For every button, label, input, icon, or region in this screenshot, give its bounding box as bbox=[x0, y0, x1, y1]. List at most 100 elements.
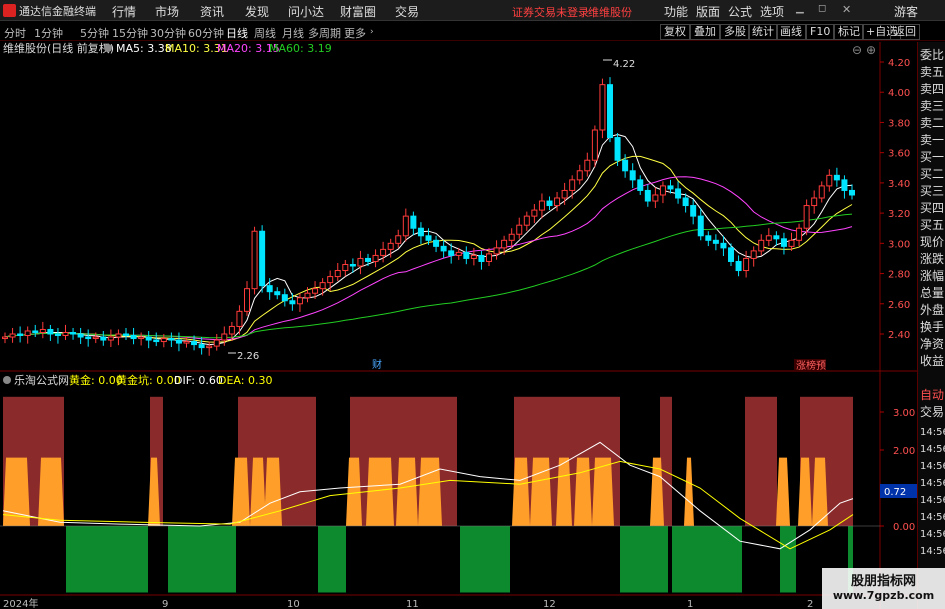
period-tab-active[interactable]: 日线 bbox=[226, 25, 248, 41]
period-more[interactable]: 更多 bbox=[344, 25, 366, 41]
period-tab[interactable]: 60分钟 bbox=[188, 25, 224, 41]
quote-field-label: 净资 bbox=[920, 337, 945, 351]
candle-body bbox=[206, 345, 213, 349]
indicator-green-block bbox=[780, 526, 796, 593]
menu-xuanxiang[interactable]: 选项 bbox=[760, 3, 784, 20]
menu-gongneng[interactable]: 功能 bbox=[664, 3, 688, 20]
candle-body bbox=[584, 159, 591, 172]
candle-body bbox=[92, 336, 99, 340]
candle-body bbox=[107, 336, 114, 341]
menu-jiaoyi[interactable]: 交易 bbox=[395, 3, 419, 20]
candle-body bbox=[508, 233, 515, 241]
candle-body bbox=[478, 254, 485, 262]
candle-body bbox=[274, 291, 281, 296]
quote-field-label: 买三 bbox=[920, 184, 945, 198]
quote-field-label: 自动 bbox=[920, 388, 945, 402]
quote-field-label: 14:56 bbox=[920, 478, 945, 489]
quote-field-label: 买四 bbox=[920, 201, 945, 215]
menu-wenxiaoda[interactable]: 问小达 bbox=[288, 3, 324, 20]
candle-body bbox=[410, 215, 417, 229]
quote-field-label: 14:56 bbox=[920, 546, 945, 557]
ma20-line bbox=[4, 176, 853, 341]
candle-body bbox=[569, 179, 576, 191]
indicator-orange-peak bbox=[232, 457, 250, 526]
period-tab[interactable]: 15分钟 bbox=[112, 25, 148, 41]
diejia-button[interactable]: 叠加 bbox=[690, 24, 720, 40]
candle-body bbox=[296, 297, 303, 305]
indicator-huangjinkeng: 黄金坑: 0.00 bbox=[116, 373, 181, 387]
indicator-title: 乐淘公式网 bbox=[14, 374, 69, 387]
price-label: 4.20 bbox=[888, 58, 910, 69]
duogu-button[interactable]: 多股 bbox=[720, 24, 750, 40]
date-label: 12 bbox=[543, 599, 556, 609]
menu-zixun[interactable]: 资讯 bbox=[200, 3, 224, 20]
indicator-green-block bbox=[672, 526, 742, 593]
login-status[interactable]: 证券交易未登录 bbox=[512, 4, 589, 20]
period-tab[interactable]: 多周期 bbox=[308, 25, 341, 41]
candle-body bbox=[538, 200, 545, 211]
candle-body bbox=[213, 339, 220, 347]
date-label: 2024年 bbox=[3, 597, 38, 609]
period-tab[interactable]: 5分钟 bbox=[80, 25, 109, 41]
menu-gongshi[interactable]: 公式 bbox=[728, 3, 752, 20]
maximize-icon[interactable]: ◻ bbox=[818, 3, 826, 14]
stock-tab[interactable]: 维维股份 bbox=[588, 4, 632, 20]
indicator-gear-icon[interactable] bbox=[3, 376, 11, 384]
period-tab[interactable]: 分时 bbox=[4, 25, 26, 41]
candle-body bbox=[77, 333, 84, 338]
candle-body bbox=[546, 200, 553, 207]
candle-body bbox=[281, 294, 288, 302]
menu-faxian[interactable]: 发现 bbox=[245, 3, 269, 20]
settings-gear-icon[interactable] bbox=[104, 44, 112, 52]
date-axis: 2024年 9 10 11 12 1 2 bbox=[3, 597, 813, 609]
candle-body bbox=[259, 230, 266, 287]
zoom-out-icon[interactable]: ⊖ bbox=[852, 43, 862, 57]
guest-label[interactable]: 游客 bbox=[894, 3, 918, 20]
tongji-button[interactable]: 统计 bbox=[748, 24, 778, 40]
indicator-orange-peak bbox=[684, 457, 694, 526]
period-tab[interactable]: 30分钟 bbox=[150, 25, 186, 41]
huaxian-button[interactable]: 画线 bbox=[776, 24, 806, 40]
quote-field-label: 总量 bbox=[920, 286, 945, 300]
candle-body bbox=[735, 260, 742, 272]
candle-body bbox=[576, 170, 583, 181]
candle-body bbox=[614, 137, 621, 161]
biaoji-button[interactable]: 标记 bbox=[834, 24, 864, 40]
candle-body bbox=[493, 247, 500, 255]
zoom-in-icon[interactable]: ⊕ bbox=[866, 43, 876, 57]
back-button[interactable]: 返回 bbox=[890, 24, 920, 40]
candle-body bbox=[251, 230, 258, 290]
zhangbang-marker[interactable]: 涨榜预 bbox=[796, 359, 826, 372]
candle-body bbox=[470, 254, 477, 259]
f10-button[interactable]: F10 bbox=[806, 24, 835, 40]
menu-shichang[interactable]: 市场 bbox=[155, 3, 179, 20]
indicator-orange-peak bbox=[592, 457, 614, 526]
candle-body bbox=[417, 227, 424, 237]
candle-body bbox=[607, 84, 613, 139]
chevron-right-icon[interactable]: › bbox=[370, 27, 374, 37]
menu-hangqing[interactable]: 行情 bbox=[112, 3, 136, 20]
indicator-axis-label: 0.00 bbox=[893, 522, 915, 533]
period-tab[interactable]: 月线 bbox=[282, 25, 304, 41]
quote-field-label: 现价 bbox=[920, 235, 945, 249]
quote-field-label: 14:56 bbox=[920, 529, 945, 540]
close-icon[interactable]: ✕ bbox=[842, 3, 851, 16]
period-tab[interactable]: 周线 bbox=[254, 25, 276, 41]
price-label: 3.00 bbox=[888, 239, 910, 250]
indicator-axis: 3.002.001.000.00 bbox=[880, 408, 915, 533]
kline-chart[interactable]: 4.20 4.00 3.80 3.60 3.40 3.20 3.00 2.80 2.60 2.40… bbox=[0, 42, 917, 609]
candle-body bbox=[599, 84, 606, 131]
price-label: 3.80 bbox=[888, 118, 910, 129]
candle-body bbox=[236, 310, 243, 327]
candle-body bbox=[841, 179, 848, 191]
quote-field-label: 买五 bbox=[920, 218, 945, 232]
period-tab[interactable]: 1分钟 bbox=[34, 25, 63, 41]
fuquan-button[interactable]: 复权 bbox=[660, 24, 690, 40]
candle-body bbox=[440, 245, 447, 252]
candle-body bbox=[32, 330, 39, 333]
menu-caifuquan[interactable]: 财富圈 bbox=[340, 3, 376, 20]
menu-banmian[interactable]: 版面 bbox=[696, 3, 720, 20]
cai-marker[interactable]: 财 bbox=[372, 358, 382, 371]
minimize-icon[interactable]: ▁ bbox=[796, 3, 804, 14]
ma60-label: MA60: 3.19 bbox=[269, 42, 332, 55]
